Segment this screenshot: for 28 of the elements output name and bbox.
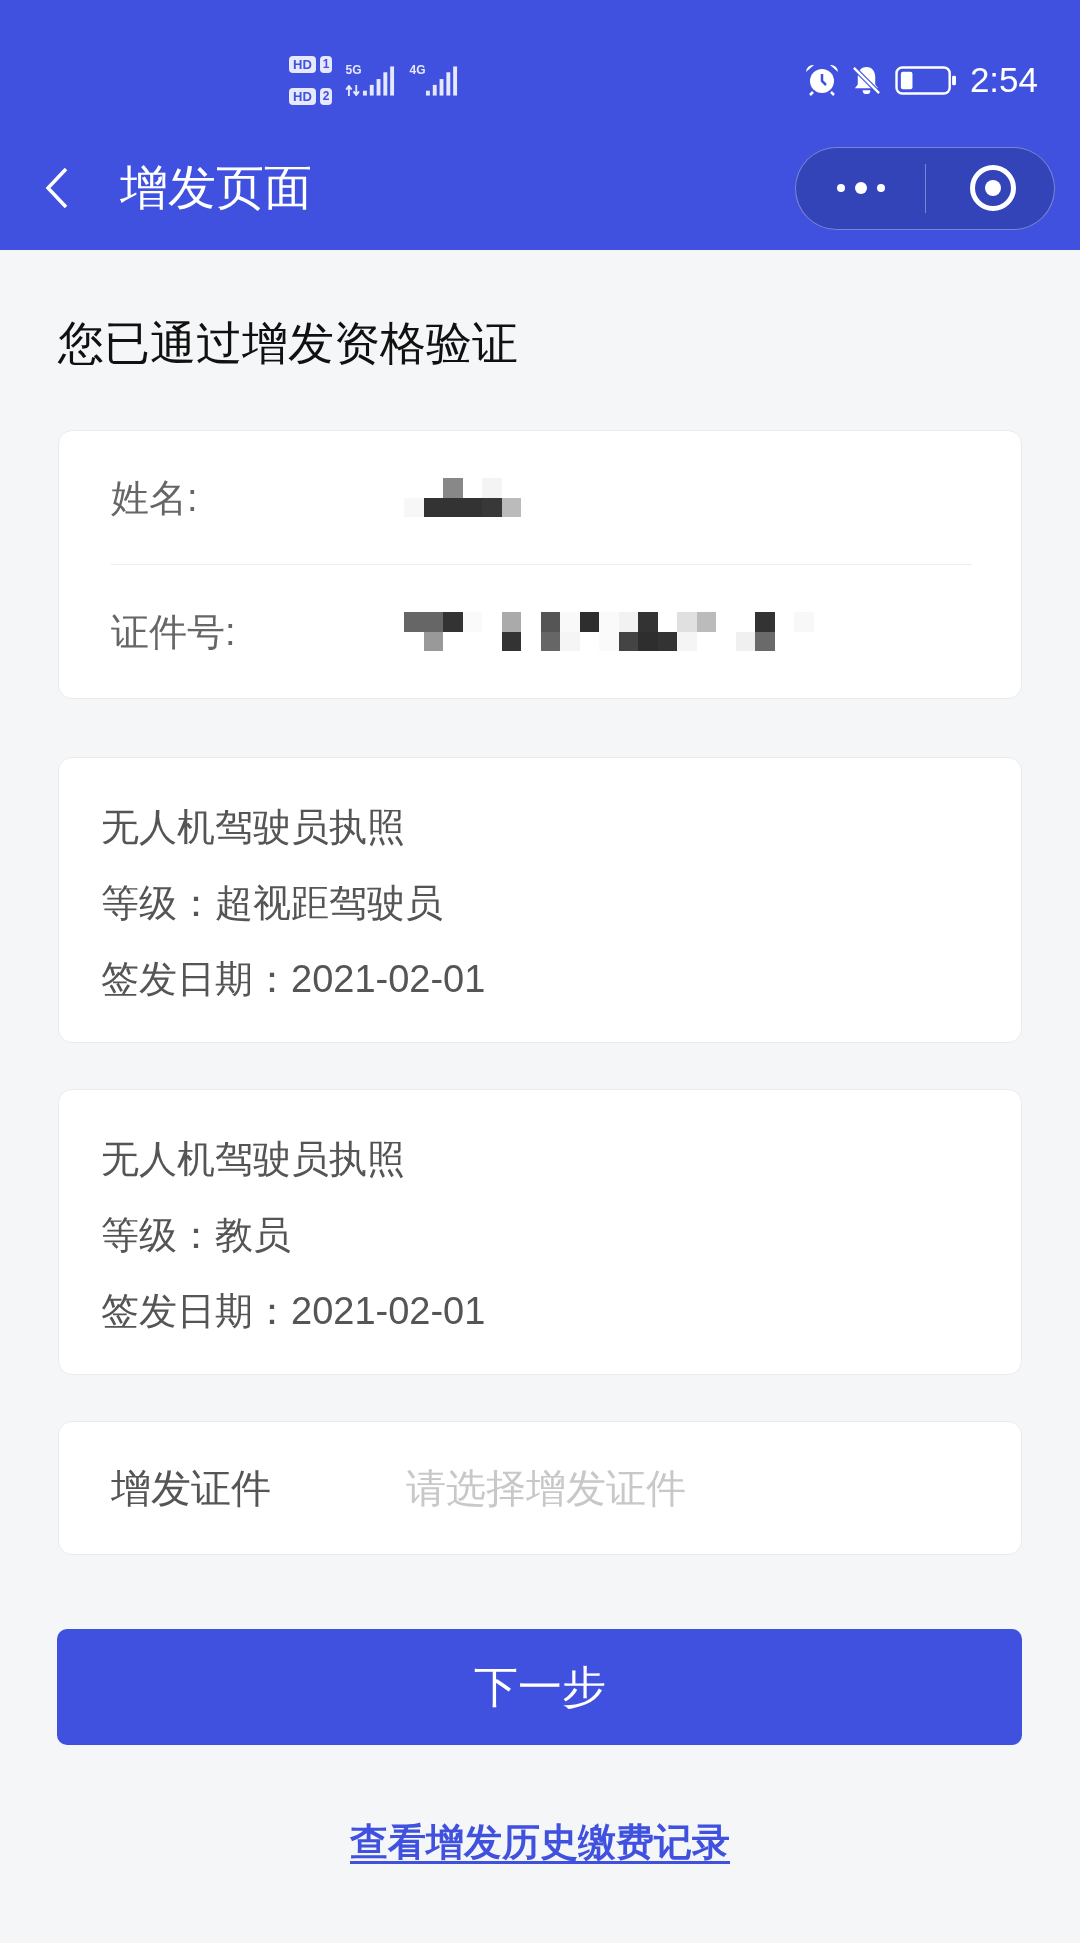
signal-icon xyxy=(363,66,397,96)
history-link[interactable]: 查看增发历史缴费记录 xyxy=(350,1819,730,1865)
license-title: 无人机驾驶员执照 xyxy=(101,805,406,850)
network-type: 5G xyxy=(345,64,363,77)
license-grade: 等级：教员 xyxy=(101,1213,292,1258)
alarm-clock-icon xyxy=(803,64,840,96)
field-label: 增发证件 xyxy=(111,1465,272,1512)
field-label: 姓名: xyxy=(111,475,199,521)
hd-badge: HD xyxy=(289,55,316,73)
license-grade: 等级：超视距驾驶员 xyxy=(101,881,444,926)
sim-slot-badge: 2 xyxy=(319,87,333,105)
signal-icon xyxy=(426,66,460,96)
hd-badge: HD xyxy=(289,87,316,105)
circle-dot-icon[interactable] xyxy=(969,164,1017,212)
sim-slot-badge: 1 xyxy=(319,55,333,73)
muted-bell-icon xyxy=(850,64,882,96)
battery-icon xyxy=(894,65,957,95)
verification-heading: 您已通过增发资格验证 xyxy=(58,316,518,371)
license-title: 无人机驾驶员执照 xyxy=(101,1137,406,1182)
back-icon[interactable] xyxy=(45,166,69,210)
status-time: 2:54 xyxy=(969,60,1038,100)
issue-date: 签发日期：2021-02-01 xyxy=(101,1289,487,1334)
more-icon[interactable] xyxy=(836,181,886,195)
next-button[interactable]: 下一步 xyxy=(57,1629,1022,1745)
issue-date: 签发日期：2021-02-01 xyxy=(101,957,487,1002)
page-title: 增发页面 xyxy=(120,160,312,216)
network-type: 4G xyxy=(409,64,426,77)
field-label: 证件号: xyxy=(111,609,237,655)
